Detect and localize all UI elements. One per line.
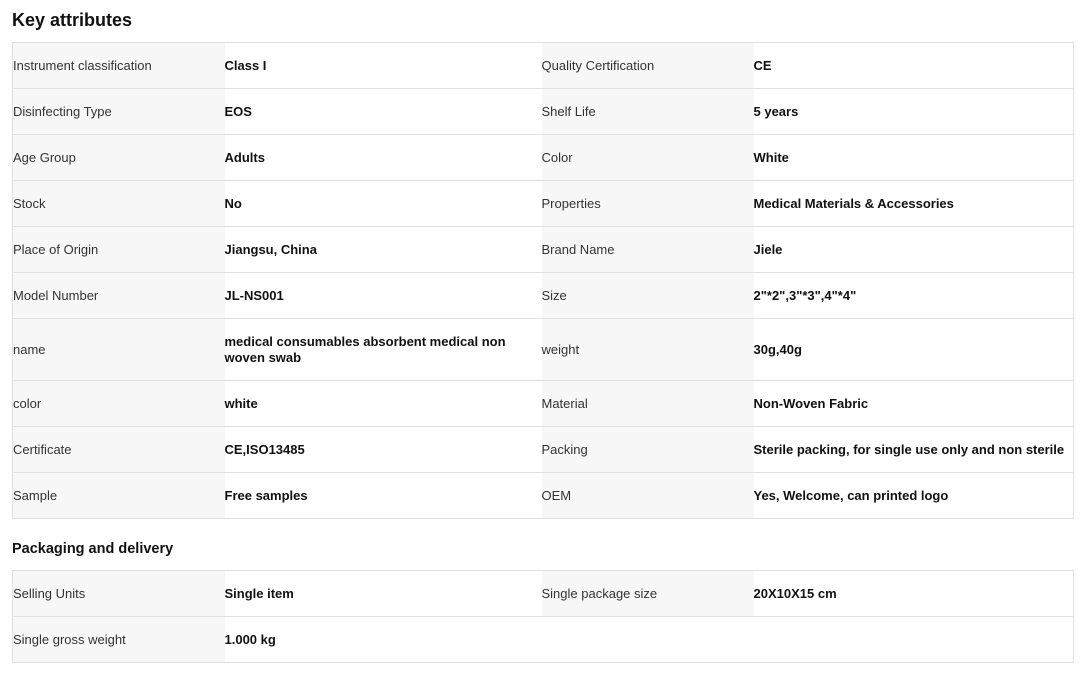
table-row: Model Number JL-NS001 Size 2"*2",3"*3",4… (12, 272, 1074, 319)
attribute-value: Yes, Welcome, can printed logo (753, 472, 1074, 519)
attribute-value: 1.000 kg (224, 616, 542, 663)
empty-cell (541, 616, 754, 663)
attribute-key: Disinfecting Type (12, 88, 225, 135)
attribute-key: Shelf Life (541, 88, 754, 135)
attribute-value: Jiangsu, China (224, 226, 542, 273)
attribute-value: White (753, 134, 1074, 181)
table-row: Stock No Properties Medical Materials & … (12, 180, 1074, 227)
attribute-key: Stock (12, 180, 225, 227)
attribute-key: Single gross weight (12, 616, 225, 663)
attribute-key: Size (541, 272, 754, 319)
attribute-value: CE,ISO13485 (224, 426, 542, 473)
product-attributes-panel: Key attributes Instrument classification… (0, 0, 1086, 663)
attribute-key: OEM (541, 472, 754, 519)
attribute-key: Age Group (12, 134, 225, 181)
attribute-key: Single package size (541, 570, 754, 617)
attribute-value: Adults (224, 134, 542, 181)
attribute-value: Free samples (224, 472, 542, 519)
attribute-value: EOS (224, 88, 542, 135)
attribute-value: medical consumables absorbent medical no… (224, 318, 542, 381)
attribute-key: Brand Name (541, 226, 754, 273)
attribute-key: Color (541, 134, 754, 181)
attribute-value: 30g,40g (753, 318, 1074, 381)
attribute-value: 20X10X15 cm (753, 570, 1074, 617)
packaging-delivery-heading: Packaging and delivery (12, 541, 174, 557)
attribute-key: Selling Units (12, 570, 225, 617)
table-row: Age Group Adults Color White (12, 134, 1074, 181)
table-row: Single gross weight 1.000 kg (12, 616, 1074, 663)
attribute-value: Sterile packing, for single use only and… (753, 426, 1074, 473)
table-row: Disinfecting Type EOS Shelf Life 5 years (12, 88, 1074, 135)
attribute-value: white (224, 380, 542, 427)
attribute-key: Packing (541, 426, 754, 473)
attribute-value: No (224, 180, 542, 227)
attribute-key: Sample (12, 472, 225, 519)
table-row: Certificate CE,ISO13485 Packing Sterile … (12, 426, 1074, 473)
attribute-value: Single item (224, 570, 542, 617)
key-attributes-table: Instrument classification Class I Qualit… (12, 42, 1074, 519)
table-row: name medical consumables absorbent medic… (12, 318, 1074, 381)
attribute-value: 5 years (753, 88, 1074, 135)
attribute-value: Non-Woven Fabric (753, 380, 1074, 427)
attribute-value: CE (753, 42, 1074, 89)
table-row: Selling Units Single item Single package… (12, 570, 1074, 617)
attribute-key: weight (541, 318, 754, 381)
attribute-key: color (12, 380, 225, 427)
attribute-key: Model Number (12, 272, 225, 319)
attribute-key: Certificate (12, 426, 225, 473)
attribute-value: Jiele (753, 226, 1074, 273)
attribute-value: Class I (224, 42, 542, 89)
attribute-value: Medical Materials & Accessories (753, 180, 1074, 227)
attribute-key: Material (541, 380, 754, 427)
table-row: Sample Free samples OEM Yes, Welcome, ca… (12, 472, 1074, 519)
attribute-key: Place of Origin (12, 226, 225, 273)
empty-cell (753, 616, 1074, 663)
attribute-key: Properties (541, 180, 754, 227)
attribute-key: Instrument classification (12, 42, 225, 89)
attribute-value: JL-NS001 (224, 272, 542, 319)
attribute-key: Quality Certification (541, 42, 754, 89)
table-row: color white Material Non-Woven Fabric (12, 380, 1074, 427)
packaging-table: Selling Units Single item Single package… (12, 570, 1074, 663)
key-attributes-heading: Key attributes (12, 10, 133, 30)
attribute-value: 2"*2",3"*3",4"*4" (753, 272, 1074, 319)
attribute-key: name (12, 318, 225, 381)
table-row: Place of Origin Jiangsu, China Brand Nam… (12, 226, 1074, 273)
table-row: Instrument classification Class I Qualit… (12, 42, 1074, 89)
